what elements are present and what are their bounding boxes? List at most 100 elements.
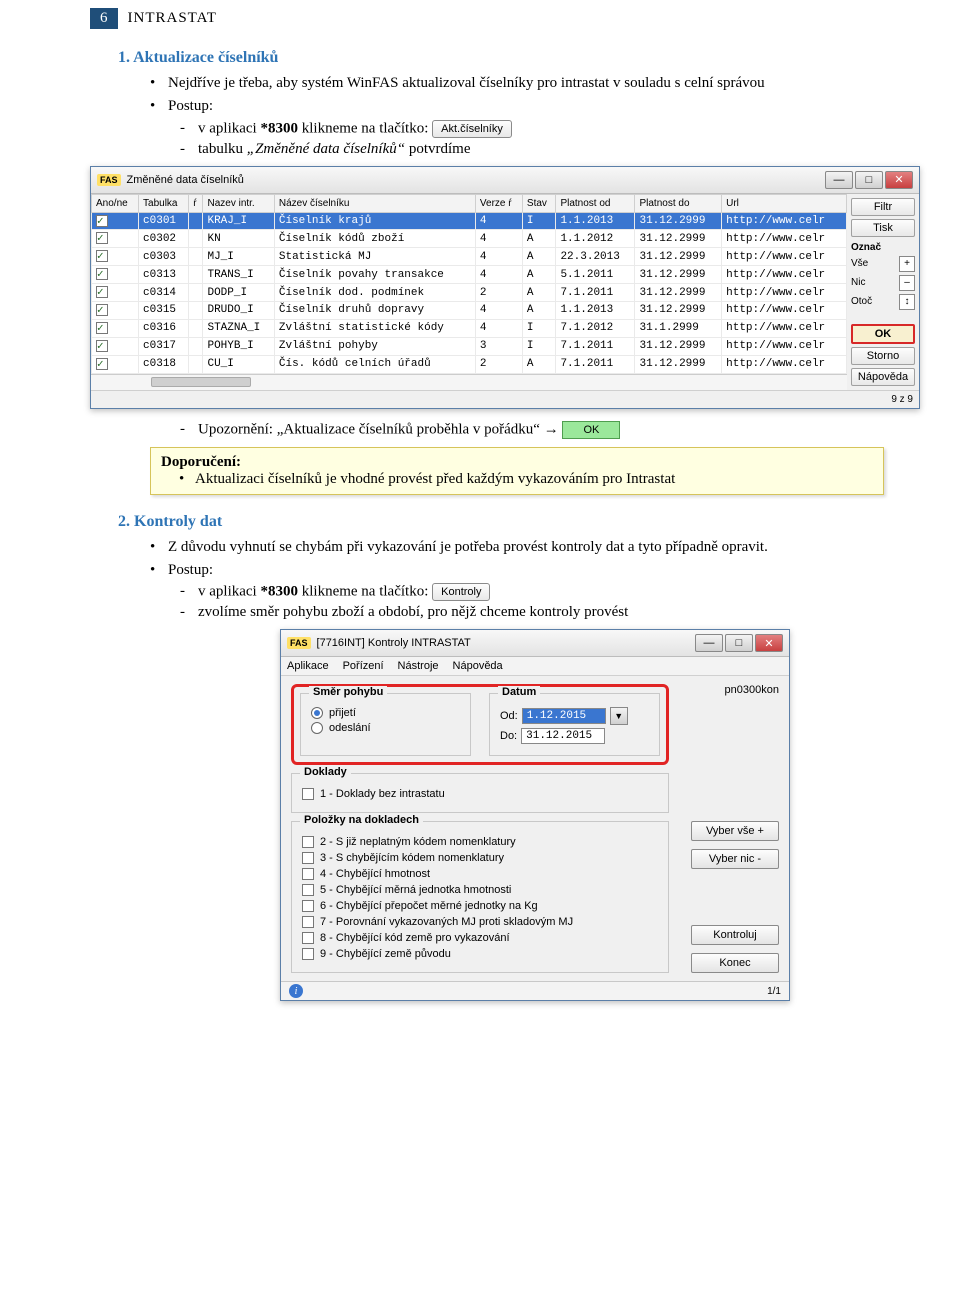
page-title: INTRASTAT xyxy=(128,10,217,27)
column-header[interactable]: Platnost od xyxy=(556,194,635,212)
do-label: Do: xyxy=(500,730,517,742)
radio-prijeti[interactable]: přijetí xyxy=(311,707,460,719)
date-dropdown-icon[interactable]: ▼ xyxy=(610,707,628,725)
table-row[interactable]: c0317POHYB_IZvláštní pohyby3I7.1.201131.… xyxy=(92,337,847,355)
polozky-item[interactable]: 9 - Chybějící země původu xyxy=(302,948,658,960)
maximize-icon[interactable]: □ xyxy=(725,634,753,652)
checkbox-icon[interactable] xyxy=(96,340,108,352)
table-row[interactable]: c0316STAZNA_IZvláštní statistické kódy4I… xyxy=(92,319,847,337)
table-row[interactable]: c0318CU_IČís. kódů celních úřadů2A7.1.20… xyxy=(92,355,847,373)
menu-item[interactable]: Nápověda xyxy=(453,660,503,672)
table-row[interactable]: c0315DRUDO_IČíselník druhů dopravy4A1.1.… xyxy=(92,302,847,320)
hscrollbar[interactable] xyxy=(91,374,847,390)
checkbox-icon[interactable] xyxy=(96,358,108,370)
recommendation-box: Doporučení: Aktualizaci číselníků je vho… xyxy=(150,447,884,495)
close-icon[interactable]: ✕ xyxy=(885,171,913,189)
akt-ciselniky-button[interactable]: Akt.číselníky xyxy=(432,120,512,138)
table-row[interactable]: c0313TRANS_IČíselník povahy transakce4A5… xyxy=(92,266,847,284)
page-header: 6 INTRASTAT xyxy=(90,8,920,29)
page-number: 6 xyxy=(90,8,118,29)
polozky-item[interactable]: 2 - S již neplatným kódem nomenklatury xyxy=(302,836,658,848)
polozky-item[interactable]: 5 - Chybějící měrná jednotka hmotnosti xyxy=(302,884,658,896)
polozky-item[interactable]: 8 - Chybějící kód země pro vykazování xyxy=(302,932,658,944)
column-header[interactable]: ŕ xyxy=(189,194,203,212)
date-od-input[interactable]: 1.12.2015 xyxy=(522,708,606,724)
checkbox-icon[interactable] xyxy=(96,322,108,334)
polozky-item[interactable]: 3 - S chybějícím kódem nomenklatury xyxy=(302,852,658,864)
filtr-button[interactable]: Filtr xyxy=(851,198,915,216)
radio-odeslani[interactable]: odeslání xyxy=(311,722,460,734)
checkbox-icon xyxy=(302,868,314,880)
info-icon[interactable]: i xyxy=(289,984,303,998)
polozky-title: Položky na dokladech xyxy=(300,814,423,826)
checkbox-icon[interactable] xyxy=(96,304,108,316)
vyber-nic-button[interactable]: Vyber nic - xyxy=(691,849,779,869)
sec1-bullet-intro: Nejdříve je třeba, aby systém WinFAS akt… xyxy=(150,73,920,93)
polozky-item[interactable]: 7 - Porovnání vykazovaných MJ proti skla… xyxy=(302,916,658,928)
column-header[interactable]: Stav xyxy=(522,194,556,212)
ciselniky-table[interactable]: Ano/neTabulkaŕNazev intr.Název číselníku… xyxy=(91,194,847,374)
doklady-item-1[interactable]: 1 - Doklady bez intrastatu xyxy=(302,788,658,800)
date-do-input[interactable]: 31.12.2015 xyxy=(521,728,605,744)
close-icon[interactable]: ✕ xyxy=(755,634,783,652)
table-row[interactable]: c0303MJ_IStatistická MJ4A22.3.201331.12.… xyxy=(92,248,847,266)
nic-minus-button[interactable]: – xyxy=(899,275,915,291)
column-header[interactable]: Verze ŕ xyxy=(475,194,522,212)
table-row[interactable]: c0301KRAJ_IČíselník krajů4I1.1.201331.12… xyxy=(92,212,847,230)
smer-pohybu-title: Směr pohybu xyxy=(309,686,387,698)
sec1-bullet-postup: Postup: xyxy=(150,96,920,116)
polozky-item[interactable]: 6 - Chybějící přepočet měrné jednotky na… xyxy=(302,900,658,912)
section-heading-2: 2. Kontroly dat xyxy=(118,513,920,531)
vse-plus-button[interactable]: + xyxy=(899,256,915,272)
tisk-button[interactable]: Tisk xyxy=(851,219,915,237)
menu-item[interactable]: Pořízení xyxy=(343,660,384,672)
column-header[interactable]: Platnost do xyxy=(635,194,722,212)
titlebar-2: FAS [7716INT] Kontroly INTRASTAT — □ ✕ xyxy=(281,630,789,657)
fas-icon: FAS xyxy=(287,637,311,649)
kontroly-button[interactable]: Kontroly xyxy=(432,583,490,601)
column-header[interactable]: Nazev intr. xyxy=(203,194,274,212)
konec-button[interactable]: Konec xyxy=(691,953,779,973)
column-header[interactable]: Ano/ne xyxy=(92,194,139,212)
checkbox-icon[interactable] xyxy=(96,286,108,298)
vyber-vse-button[interactable]: Vyber vše + xyxy=(691,821,779,841)
sec2-bullet-intro: Z důvodu vyhnutí se chybám při vykazován… xyxy=(150,537,920,557)
checkbox-icon[interactable] xyxy=(96,250,108,262)
column-header[interactable]: Název číselníku xyxy=(274,194,475,212)
sec2-bullet-postup: Postup: xyxy=(150,560,920,580)
ok-button[interactable]: OK xyxy=(851,324,915,344)
maximize-icon[interactable]: □ xyxy=(855,171,883,189)
menu-item[interactable]: Aplikace xyxy=(287,660,329,672)
kontroluj-button[interactable]: Kontroluj xyxy=(691,925,779,945)
vse-label: Vše xyxy=(851,258,897,269)
menu-item[interactable]: Nástroje xyxy=(398,660,439,672)
checkbox-icon[interactable] xyxy=(96,215,108,227)
checkbox-icon xyxy=(302,948,314,960)
checkbox-icon xyxy=(302,900,314,912)
sec1-step-1: v aplikaci *8300 klikneme na tlačítko: A… xyxy=(180,120,920,138)
otoc-button[interactable]: ↕ xyxy=(899,294,915,310)
polozky-item[interactable]: 4 - Chybějící hmotnost xyxy=(302,868,658,880)
sec1-step-2: tabulku „Změněné data číselníků“ potvrdí… xyxy=(180,141,920,158)
recbox-item: Aktualizaci číselníků je vhodné provést … xyxy=(179,471,873,488)
upozorneni-line: Upozornění: „Aktualizace číselníků probě… xyxy=(180,421,920,439)
pn-code: pn0300kon xyxy=(725,684,779,696)
ok-green-button[interactable]: OK xyxy=(562,421,620,439)
smer-datum-highlight: Směr pohybu přijetí odeslání Datum xyxy=(291,684,669,765)
checkbox-icon[interactable] xyxy=(96,268,108,280)
table-row[interactable]: c0302KNČíselník kódů zboží4A1.1.201231.1… xyxy=(92,230,847,248)
table-row[interactable]: c0314DODP_IČíselník dod. podmínek2A7.1.2… xyxy=(92,284,847,302)
column-header[interactable]: Tabulka xyxy=(139,194,189,212)
storno-button[interactable]: Storno xyxy=(851,347,915,365)
window-title-2: [7716INT] Kontroly INTRASTAT xyxy=(317,637,471,649)
checkbox-icon[interactable] xyxy=(96,232,108,244)
column-header[interactable]: Url xyxy=(722,194,847,212)
checkbox-icon xyxy=(302,852,314,864)
minimize-icon[interactable]: — xyxy=(695,634,723,652)
nic-label: Nic xyxy=(851,277,897,288)
row-counter: 9 z 9 xyxy=(891,394,913,405)
checkbox-icon xyxy=(302,836,314,848)
minimize-icon[interactable]: — xyxy=(825,171,853,189)
napoveda-button[interactable]: Nápověda xyxy=(851,368,915,386)
doklady-title: Doklady xyxy=(300,766,351,778)
